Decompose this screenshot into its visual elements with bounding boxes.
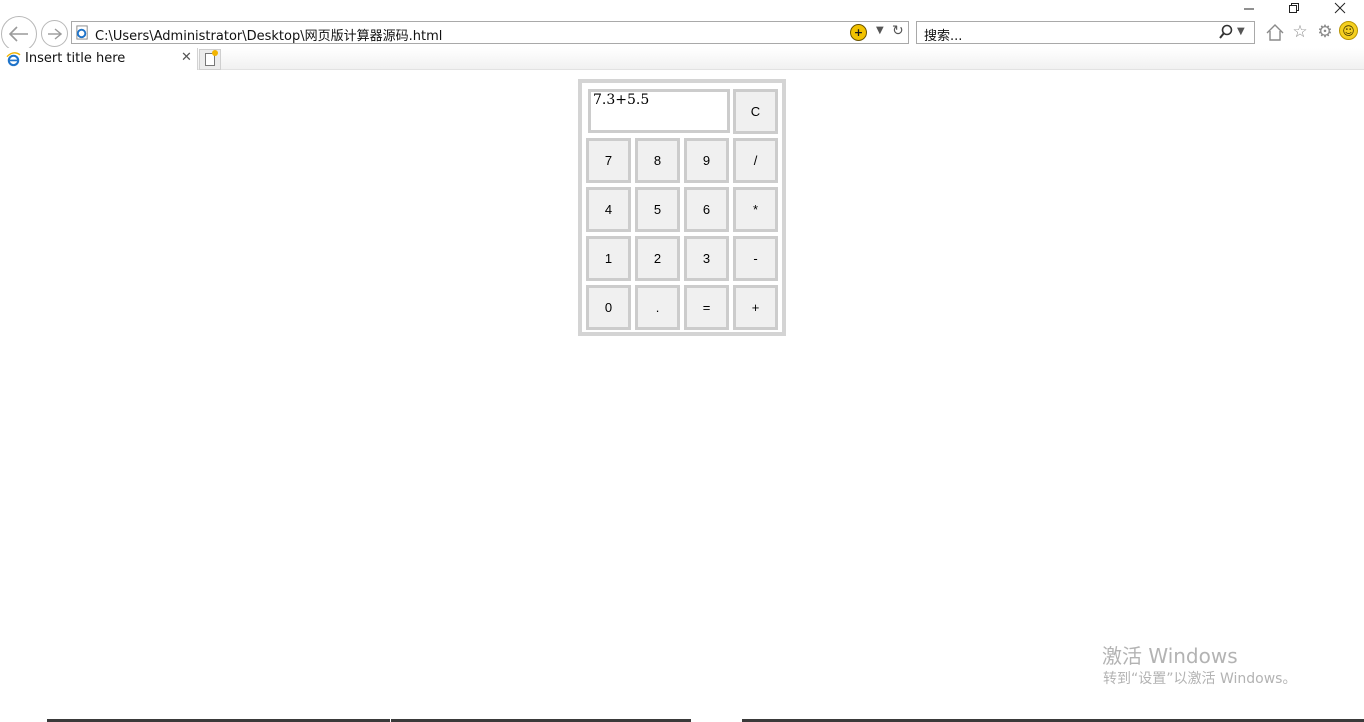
clear-button[interactable]: C	[733, 89, 778, 134]
compatibility-view-icon[interactable]: +	[850, 24, 867, 41]
new-tab-button[interactable]	[199, 49, 221, 70]
close-icon	[1334, 2, 1346, 14]
browser-chrome: C:\Users\Administrator\Desktop\网页版计算器源码.…	[0, 0, 1364, 70]
subtract-button[interactable]: -	[733, 236, 778, 281]
multiply-button[interactable]: *	[733, 187, 778, 232]
activation-watermark-title: 激活 Windows	[1102, 644, 1238, 668]
tab-active[interactable]: Insert title here ✕	[0, 48, 198, 70]
search-input[interactable]: 搜索...	[924, 25, 962, 44]
activation-watermark-subtitle: 转到“设置”以激活 Windows。	[1103, 671, 1297, 687]
key-7-button[interactable]: 7	[586, 138, 631, 183]
restore-icon	[1288, 2, 1299, 13]
refresh-icon[interactable]: ↻	[892, 23, 904, 39]
restore-button[interactable]	[1271, 0, 1317, 16]
forward-button[interactable]	[41, 20, 68, 47]
search-icon[interactable]	[1219, 24, 1233, 40]
tab-title: Insert title here	[25, 51, 126, 66]
minimize-button[interactable]	[1226, 0, 1272, 16]
divide-button[interactable]: /	[733, 138, 778, 183]
address-dropdown-icon[interactable]: ▼	[876, 25, 884, 36]
close-window-button[interactable]	[1317, 0, 1363, 16]
calculator: 7.3+5.5 C 7 8 9 / 4 5 6 * 1 2 3 - 0 . = …	[578, 79, 786, 336]
key-9-button[interactable]: 9	[684, 138, 729, 183]
tab-close-icon[interactable]: ✕	[181, 50, 192, 65]
search-dropdown-icon[interactable]: ▼	[1237, 26, 1245, 37]
home-icon[interactable]	[1265, 22, 1285, 42]
key-8-button[interactable]: 8	[635, 138, 680, 183]
tab-row: Insert title here ✕	[0, 48, 1364, 70]
equals-button[interactable]: =	[684, 285, 729, 330]
add-button[interactable]: +	[733, 285, 778, 330]
search-box[interactable]: 搜索... ▼	[916, 21, 1255, 44]
minimize-icon	[1243, 8, 1254, 9]
key-6-button[interactable]: 6	[684, 187, 729, 232]
calculator-display[interactable]: 7.3+5.5	[588, 89, 730, 133]
forward-arrow-icon	[47, 27, 62, 40]
favorites-star-icon[interactable]: ☆	[1290, 22, 1310, 42]
key-4-button[interactable]: 4	[586, 187, 631, 232]
ie-logo-icon	[6, 52, 21, 67]
key-0-button[interactable]: 0	[586, 285, 631, 330]
ie-page-icon	[76, 25, 88, 40]
key-1-button[interactable]: 1	[586, 236, 631, 281]
address-url[interactable]: C:\Users\Administrator\Desktop\网页版计算器源码.…	[95, 25, 442, 44]
new-tab-icon	[205, 50, 218, 66]
back-button[interactable]	[1, 16, 37, 52]
back-arrow-icon	[9, 26, 28, 42]
key-2-button[interactable]: 2	[635, 236, 680, 281]
decimal-point-button[interactable]: .	[635, 285, 680, 330]
address-bar[interactable]: C:\Users\Administrator\Desktop\网页版计算器源码.…	[71, 21, 909, 44]
feedback-smiley-icon[interactable]: ☺	[1339, 21, 1358, 40]
key-5-button[interactable]: 5	[635, 187, 680, 232]
key-3-button[interactable]: 3	[684, 236, 729, 281]
tools-gear-icon[interactable]: ⚙	[1315, 22, 1335, 42]
